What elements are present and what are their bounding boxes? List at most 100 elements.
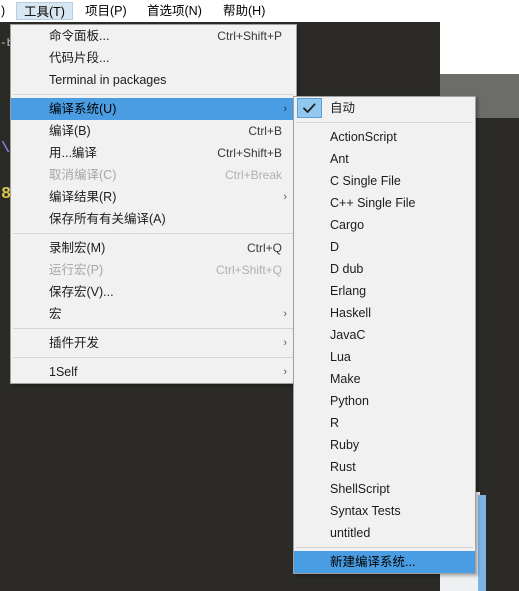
menu-separator [13, 357, 294, 358]
submenu-item-label: Syntax Tests [330, 504, 401, 518]
menu-item-label: 代码片段... [49, 51, 110, 65]
submenu-item[interactable]: R [294, 412, 475, 434]
menu-item[interactable]: 插件开发 › [11, 332, 296, 354]
menu-item[interactable]: Terminal in packages [11, 69, 296, 91]
submenu-separator [296, 547, 473, 548]
submenu-item[interactable]: C Single File [294, 170, 475, 192]
menu-item-label: 编译结果(R) [49, 190, 117, 204]
menu-item: 运行宏(P) Ctrl+Shift+Q [11, 259, 296, 281]
menu-item-label: 保存宏(V)... [49, 285, 114, 299]
menu-item-label: 命令面板... [49, 29, 110, 43]
menu-item-label: 插件开发 [49, 336, 100, 350]
menu-item[interactable]: 保存宏(V)... [11, 281, 296, 303]
menu-item[interactable]: 代码片段... [11, 47, 296, 69]
menu-separator [13, 328, 294, 329]
submenu-item-label: ActionScript [330, 130, 397, 144]
submenu-item[interactable]: Python [294, 390, 475, 412]
menu-item[interactable]: 编译结果(R) › [11, 186, 296, 208]
menu-item[interactable]: 编译(B) Ctrl+B [11, 120, 296, 142]
submenu-item[interactable]: 自动 [294, 97, 475, 119]
submenu-item[interactable]: Haskell [294, 302, 475, 324]
submenu-item[interactable]: Erlang [294, 280, 475, 302]
submenu-item-label: C Single File [330, 174, 401, 188]
menu-item-label: 运行宏(P) [49, 263, 104, 277]
submenu-item[interactable]: D [294, 236, 475, 258]
submenu-item[interactable]: ActionScript [294, 126, 475, 148]
menubar-item-partial[interactable]: ) [0, 2, 12, 20]
submenu-item-label: Make [330, 372, 361, 386]
submenu-item[interactable]: Ant [294, 148, 475, 170]
menu-item-shortcut: Ctrl+Shift+B [217, 146, 282, 160]
menu-item[interactable]: 命令面板... Ctrl+Shift+P [11, 25, 296, 47]
chevron-right-icon: › [283, 103, 287, 115]
menu-item-label: 1Self [49, 365, 78, 379]
menu-item-shortcut: Ctrl+Shift+Q [215, 263, 282, 277]
build-system-submenu: 自动 ActionScript Ant C Single File C++ Single… [293, 96, 476, 574]
menu-item-label: 录制宏(M) [49, 241, 106, 255]
chevron-right-icon: › [283, 337, 287, 349]
menubar-item-project[interactable]: 项目(P) [78, 2, 134, 20]
menu-bar: ) 工具(T) 项目(P) 首选项(N) 帮助(H) [0, 0, 519, 22]
chevron-right-icon: › [283, 308, 287, 320]
submenu-item[interactable]: ShellScript [294, 478, 475, 500]
submenu-item-label: D [330, 240, 340, 254]
submenu-item-label: C++ Single File [330, 196, 416, 210]
menu-item: 取消编译(C) Ctrl+Break [11, 164, 296, 186]
menu-item-shortcut: Ctrl+Break [224, 168, 282, 182]
menu-item-label: 宏 [49, 307, 62, 321]
submenu-item-label: D dub [330, 262, 364, 276]
submenu-item-label: JavaC [330, 328, 366, 342]
menubar-item-preferences[interactable]: 首选项(N) [140, 2, 209, 20]
menu-item[interactable]: 保存所有有关编译(A) [11, 208, 296, 230]
menu-item[interactable]: 录制宏(M) Ctrl+Q [11, 237, 296, 259]
submenu-item-label: Erlang [330, 284, 367, 298]
submenu-item[interactable]: 新建编译系统... [294, 551, 475, 573]
submenu-item[interactable]: Rust [294, 456, 475, 478]
submenu-item[interactable]: Syntax Tests [294, 500, 475, 522]
menu-item[interactable]: 宏 › [11, 303, 296, 325]
code-glyph-backslash: \ [1, 140, 11, 157]
menu-item-shortcut: Ctrl+Q [246, 241, 282, 255]
chevron-right-icon: › [283, 191, 287, 203]
submenu-item-label: 自动 [330, 101, 356, 115]
submenu-item-label: Ant [330, 152, 349, 166]
check-icon [297, 98, 322, 118]
submenu-item[interactable]: Ruby [294, 434, 475, 456]
submenu-separator [296, 122, 473, 123]
submenu-item-label: untitled [330, 526, 371, 540]
submenu-item-label: ShellScript [330, 482, 390, 496]
menu-item-label: 保存所有有关编译(A) [49, 212, 166, 226]
menu-item-shortcut: Ctrl+B [248, 124, 282, 138]
submenu-item[interactable]: Lua [294, 346, 475, 368]
menu-item-label: 编译(B) [49, 124, 91, 138]
submenu-item-label: R [330, 416, 340, 430]
menubar-item-tools[interactable]: 工具(T) [16, 2, 73, 20]
submenu-item-label: Cargo [330, 218, 365, 232]
submenu-item[interactable]: JavaC [294, 324, 475, 346]
submenu-item-label: Lua [330, 350, 351, 364]
menu-item-label: 取消编译(C) [49, 168, 117, 182]
menubar-item-help[interactable]: 帮助(H) [216, 2, 272, 20]
menu-item[interactable]: 编译系统(U) › [11, 98, 296, 120]
menu-separator [13, 94, 294, 95]
tools-dropdown-menu: 命令面板... Ctrl+Shift+P 代码片段... Terminal in pa… [10, 24, 297, 384]
submenu-item[interactable]: untitled [294, 522, 475, 544]
submenu-item[interactable]: Make [294, 368, 475, 390]
submenu-item-label: Ruby [330, 438, 360, 452]
chevron-right-icon: › [283, 366, 287, 378]
menu-item[interactable]: 用...编译 Ctrl+Shift+B [11, 142, 296, 164]
bottom-blue-marker [478, 495, 486, 591]
menu-separator [13, 233, 294, 234]
submenu-item-label: Python [330, 394, 369, 408]
submenu-item-label: 新建编译系统... [330, 555, 416, 569]
submenu-item[interactable]: Cargo [294, 214, 475, 236]
menu-item-label: 用...编译 [49, 146, 97, 160]
submenu-item[interactable]: D dub [294, 258, 475, 280]
menu-item-shortcut: Ctrl+Shift+P [217, 29, 282, 43]
menu-item[interactable]: 1Self › [11, 361, 296, 383]
submenu-item[interactable]: C++ Single File [294, 192, 475, 214]
menu-item-label: 编译系统(U) [49, 102, 117, 116]
menu-item-label: Terminal in packages [49, 73, 167, 87]
submenu-item-label: Haskell [330, 306, 371, 320]
submenu-item-label: Rust [330, 460, 356, 474]
